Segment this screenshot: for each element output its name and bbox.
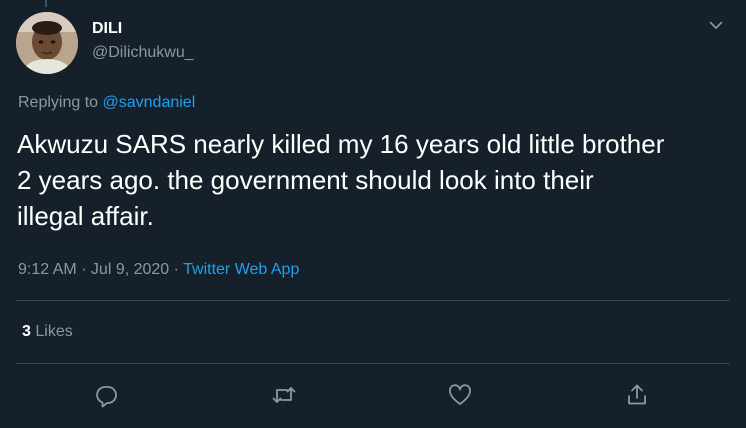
retweet-icon [270,382,298,408]
author-handle[interactable]: @Dilichukwu_ [92,44,194,62]
share-button[interactable] [622,380,652,410]
heart-icon [447,382,473,408]
tweet-text: Akwuzu SARS nearly killed my 16 years ol… [17,129,665,231]
retweet-button[interactable] [269,380,299,410]
replying-to: Replying to @savndaniel [18,94,195,112]
replying-to-label: Replying to [18,94,103,111]
like-button[interactable] [445,380,475,410]
tweet-source-link[interactable]: Twitter Web App [183,261,299,278]
reply-mention-link[interactable]: @savndaniel [103,94,196,111]
likes-stat[interactable]: 3 Likes [22,323,73,341]
tweet-menu-button[interactable] [703,14,729,40]
tweet-detail: DILI @Dilichukwu_ Replying to @savndanie… [0,0,746,428]
divider [16,363,730,364]
tweet-meta: 9:12 AM · Jul 9, 2020 · Twitter Web App [18,261,299,279]
author-display-name[interactable]: DILI [92,20,122,38]
likes-label: Likes [35,323,73,340]
chevron-down-icon [708,17,724,38]
meta-separator: · [169,261,184,278]
likes-count: 3 [22,323,31,340]
tweet-timestamp[interactable]: 9:12 AM · Jul 9, 2020 [18,261,169,278]
reply-button[interactable] [91,380,121,410]
avatar[interactable] [16,12,78,74]
share-icon [624,382,650,408]
divider [16,300,730,301]
thread-connector-line [45,0,47,7]
reply-icon [93,382,119,408]
